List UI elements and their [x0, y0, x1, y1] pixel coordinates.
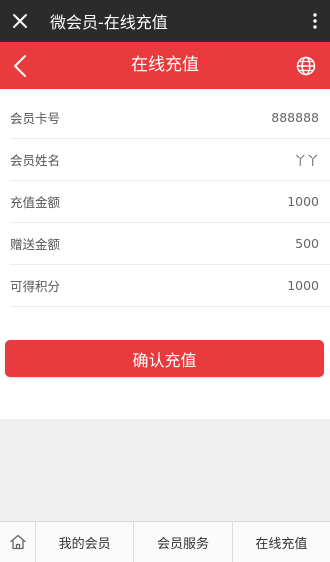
info-value: 丫丫 — [293, 153, 319, 168]
info-value: 1000 — [287, 194, 319, 209]
wechat-page-title: 微会员-在线充值 — [50, 13, 168, 32]
info-row-points: 可得积分 1000 — [10, 265, 330, 307]
info-row-member-name: 会员姓名 丫丫 — [10, 139, 330, 181]
page-title: 在线充值 — [131, 55, 199, 75]
close-icon[interactable] — [0, 0, 40, 42]
info-label: 可得积分 — [10, 279, 61, 294]
confirm-recharge-button[interactable]: 确认充值 — [5, 340, 324, 377]
nav-item-my-membership[interactable]: 我的会员 — [36, 522, 135, 562]
info-row-bonus-amount: 赠送金额 500 — [10, 223, 330, 265]
info-row-recharge-amount: 充值金额 1000 — [10, 181, 330, 223]
info-value: 1000 — [287, 278, 319, 293]
info-row-card-number: 会员卡号 888888 — [10, 97, 330, 139]
info-label: 会员卡号 — [10, 111, 61, 126]
more-vertical-icon[interactable] — [300, 0, 330, 42]
wechat-top-bar: 微会员-在线充值 — [0, 0, 330, 42]
bottom-nav: 我的会员 会员服务 在线充值 — [0, 521, 330, 562]
info-value: 500 — [295, 236, 319, 251]
globe-icon[interactable] — [290, 42, 322, 89]
recharge-panel: 会员卡号 888888 会员姓名 丫丫 充值金额 1000 赠送金额 500 可… — [0, 89, 330, 419]
info-label: 赠送金额 — [10, 237, 61, 252]
member-info-list: 会员卡号 888888 会员姓名 丫丫 充值金额 1000 赠送金额 500 可… — [0, 97, 330, 307]
info-value: 888888 — [271, 110, 319, 125]
home-icon[interactable] — [0, 522, 36, 562]
nav-item-member-services[interactable]: 会员服务 — [134, 522, 233, 562]
app-header: 在线充值 — [0, 42, 330, 89]
nav-item-online-recharge[interactable]: 在线充值 — [233, 522, 330, 562]
info-label: 会员姓名 — [10, 153, 61, 168]
info-label: 充值金额 — [10, 195, 61, 210]
